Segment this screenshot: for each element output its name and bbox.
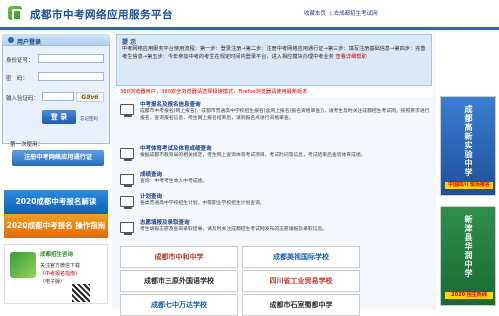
service-desc: 各类普通高中学校招生计划，中等职业学校招生计划查询。 [140,201,265,206]
service-item[interactable]: 中考报名及报名信息查询 成都市中考报名(网上报名)，成都市普通高中学校招生报名(含… [120,100,432,122]
captcha-input[interactable] [42,92,74,101]
service-item[interactable]: 中考体育考试及体育成绩查询 根据成都市教育局的相关规定，考生网上查询体育考试项目、… [120,144,432,166]
service-title[interactable]: 中考报名及报名信息查询 [140,100,201,108]
exam-site-link[interactable]: 去成都招生考试网 [334,11,378,17]
captcha-image[interactable]: G8v6 [76,92,104,102]
notice-text: 中考网络应用服务平台使用流程：第一步：登录注册→第二步：注册中考网络应用通行证→… [122,45,428,61]
login-box [2,34,110,144]
monitor-icon [120,222,134,235]
right-ad-1[interactable]: 成都高新实验中学 中国四川 现场报名 [440,96,496,196]
captcha-label: 输入验证码： [6,96,40,102]
notice-body: 中考网络应用服务平台使用流程：第一步：登录注册→第二步：注册中考网络应用通行证→… [122,46,426,60]
school-ad[interactable]: 四川省工业贸易学校 [242,270,360,292]
service-desc: 考生填报志愿及查询录取结果，请及时关注成都招生考试网发布的志愿填报及录取信息。 [140,227,328,232]
first-use-label: 第一次使用： [10,142,44,148]
login-title: 用户登录 [17,39,42,46]
password-label: 密 码： [6,76,29,82]
wechat-line2: 《中考报名指南》 [40,271,81,277]
right-ad-1-title: 成都高新实验中学 [464,105,473,177]
browser-warning: 360浏览器用户，360安全浏览器请选择极速模式，Firefox浏览器请使用最新… [116,88,432,97]
right-ad-2-sub: 2020 招生热线 [445,292,493,299]
service-title[interactable]: 志愿填报及录取查询 [140,218,190,226]
service-title[interactable]: 中考体育考试及体育成绩查询 [140,144,212,152]
wechat-brand: 成都招生咨询 [40,252,74,258]
school-ad[interactable]: 成都市中和中学 [120,246,238,268]
right-ad-2-title: 新津县华润中学 [464,215,473,278]
service-title[interactable]: 成绩查询 [140,170,162,178]
school-ads: 成都市中和中学 成都美视国际学校 成都市三原外国语学校 四川省工业贸易学校 成都七中万达… [120,246,432,316]
monitor-icon [120,104,134,117]
service-item[interactable]: 成绩查询 查询：中考考生本人中考成绩。 [120,170,432,192]
right-ad-2[interactable]: 新津县华润中学 2020 招生热线 [440,206,496,306]
monitor-icon [120,196,134,209]
help-link[interactable]: 查看详细帮助 [336,54,367,60]
user-icon [8,37,14,43]
signup-guide-banner[interactable]: 2020成都中考报名 操作指南 [4,214,108,238]
qr-code-icon [72,284,90,302]
school-ad[interactable]: 成都市石室蜀都中学 [242,294,360,316]
top-links: 收藏本页 | 去成都招生考试网 [304,11,378,17]
service-item[interactable]: 志愿填报及录取查询 考生填报志愿及查询录取结果，请及时关注成都招生考试网发布的志愿… [120,218,432,240]
service-item[interactable]: 计划查询 各类普通高中学校招生计划，中等职业学校招生计划查询。 [120,192,432,214]
service-desc: 成都市中考报名(网上报名)，成都市普通高中学校招生报名(含网上报名(报名资格审查… [140,109,430,121]
wechat-line3: （电子版） [40,279,66,285]
right-ad-1-sub: 中国四川 现场报名 [445,182,493,189]
register-pass-button[interactable]: 注册中考网络应用通行证 [12,150,104,166]
id-number-input[interactable] [38,54,104,63]
site-logo-icon [8,6,22,21]
wechat-logo-icon [10,252,36,278]
password-input[interactable] [38,72,104,81]
wechat-line1: 关注官方微信下载 [40,263,81,269]
service-desc: 查询：中考考生本人中考成绩。 [140,179,208,184]
site-title: 成都市中考网络应用服务平台 [30,9,173,21]
service-desc: 根据成都市教育局的相关规定，考生网上查询体育考试项目、考试时间等信息，考试结束后… [140,153,366,158]
forgot-password-link[interactable]: 忘记密码 [80,116,98,122]
monitor-icon [120,148,134,161]
school-ad[interactable]: 成都市三原外国语学校 [120,270,238,292]
school-ad[interactable]: 成都美视国际学校 [242,246,360,268]
id-label: 身份证号： [6,58,34,64]
school-ad[interactable]: 成都七中万达学校 [120,294,238,316]
service-title[interactable]: 计划查询 [140,192,162,200]
login-button[interactable]: 登 录 [42,110,76,124]
bookmark-link[interactable]: 收藏本页 [304,11,326,17]
monitor-icon [120,174,134,187]
signup-explain-banner[interactable]: 2020成都中考报名解读 [4,190,108,214]
